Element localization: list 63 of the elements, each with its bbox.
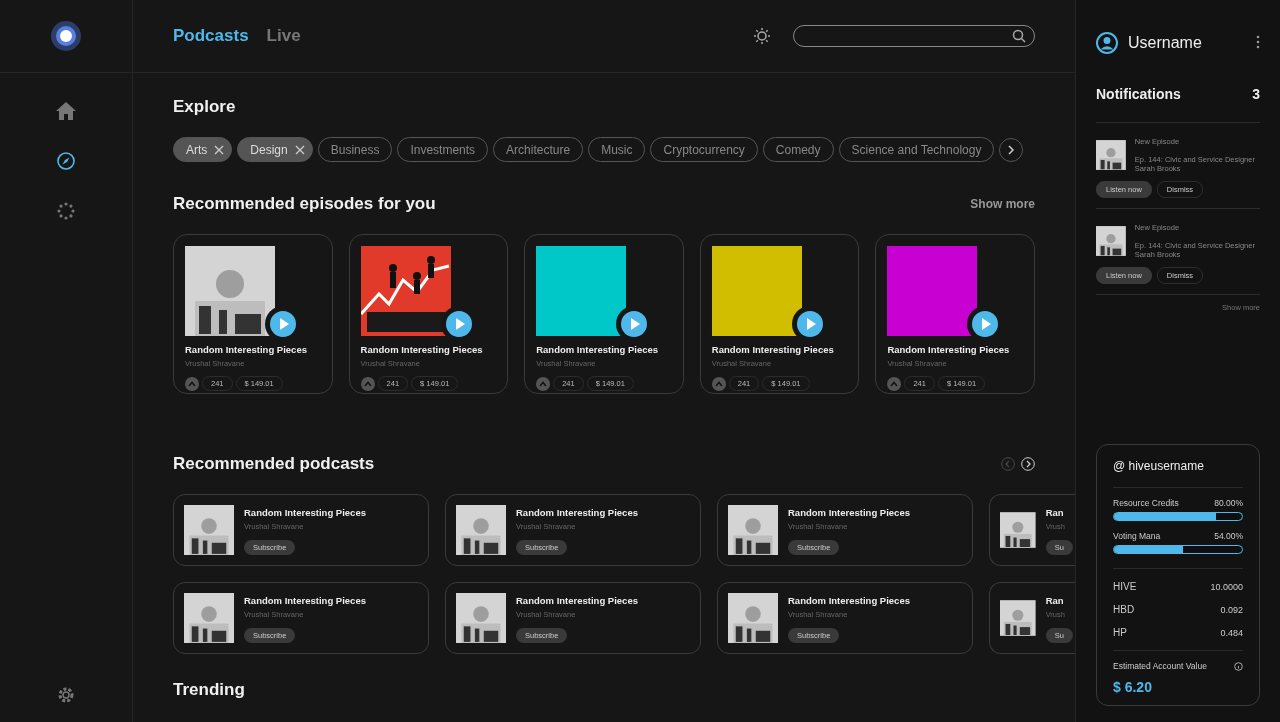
account-value: $ 6.20 bbox=[1113, 679, 1153, 695]
balance-value: 0.092 bbox=[1220, 604, 1243, 615]
section-title: Explore bbox=[173, 97, 237, 117]
home-icon bbox=[56, 102, 76, 120]
chevron-up-icon bbox=[539, 380, 548, 387]
meter-reading: 80.00% bbox=[1214, 498, 1243, 508]
search-icon bbox=[1012, 29, 1026, 43]
podcast-title: Random Interesting Pieces bbox=[244, 595, 366, 606]
balance-name: HBD bbox=[1113, 604, 1135, 615]
sun-icon[interactable] bbox=[753, 27, 771, 45]
upvote-button[interactable] bbox=[360, 376, 375, 391]
episode-title: Random Interesting Pieces bbox=[360, 344, 484, 355]
wallet-handle: @ hiveusername bbox=[1113, 459, 1243, 488]
settings-icon[interactable] bbox=[57, 686, 75, 704]
podcast-title: Ran bbox=[1045, 595, 1065, 606]
upvote-button[interactable] bbox=[711, 376, 726, 391]
estimate-label: Estimated Account Value bbox=[1113, 661, 1207, 671]
podcast-title: Random Interesting Pieces bbox=[516, 595, 638, 606]
chevron-up-icon bbox=[714, 380, 723, 387]
episode-title: Random Interesting Pieces bbox=[887, 344, 1011, 355]
category-chip[interactable]: Design bbox=[237, 137, 313, 162]
meter-label: Voting Mana bbox=[1113, 531, 1161, 541]
logo-icon[interactable] bbox=[51, 21, 81, 51]
upvote-button[interactable] bbox=[536, 376, 551, 391]
podcast-title: Ran bbox=[1045, 507, 1065, 518]
meter-reading: 54.00% bbox=[1214, 531, 1243, 541]
rail-nav-button[interactable] bbox=[54, 99, 78, 123]
sparkle-icon bbox=[57, 202, 75, 220]
username: Username bbox=[1128, 34, 1202, 52]
section-title: Trending bbox=[173, 680, 246, 700]
next-icon[interactable] bbox=[1021, 457, 1035, 471]
balance-value: 10.0000 bbox=[1210, 581, 1243, 592]
podcast-title: Random Interesting Pieces bbox=[244, 507, 366, 518]
episode-title: Random Interesting Pieces bbox=[185, 344, 308, 355]
episode-title: Random Interesting Pieces bbox=[711, 344, 835, 355]
category-chip[interactable]: Arts bbox=[173, 137, 233, 162]
close-icon[interactable] bbox=[294, 144, 305, 155]
rail-nav-button[interactable] bbox=[54, 149, 78, 173]
compass-icon bbox=[57, 152, 75, 170]
chevron-up-icon bbox=[363, 380, 372, 387]
panel-title: Notifications bbox=[1096, 86, 1181, 102]
notification-count: 3 bbox=[1252, 86, 1260, 102]
chevron-up-icon bbox=[890, 380, 899, 387]
episode-title: Random Interesting Pieces bbox=[536, 344, 660, 355]
info-icon[interactable] bbox=[1234, 661, 1243, 671]
chevron-up-icon bbox=[188, 380, 196, 387]
section-title: Recommended podcasts bbox=[173, 454, 375, 474]
show-more-link[interactable]: Show more bbox=[970, 197, 1035, 211]
balance-name: HIVE bbox=[1113, 581, 1137, 592]
user-avatar-icon[interactable] bbox=[1096, 32, 1118, 54]
podcast-title: Random Interesting Pieces bbox=[788, 595, 910, 606]
upvote-button[interactable] bbox=[887, 376, 902, 391]
nav-tab[interactable]: Podcasts bbox=[173, 26, 249, 46]
nav-tab[interactable]: Live bbox=[266, 26, 301, 46]
podcast-title: Random Interesting Pieces bbox=[516, 507, 638, 518]
meter-label: Resource Credits bbox=[1113, 498, 1179, 508]
chevron-right-icon bbox=[1007, 144, 1016, 155]
upvote-button[interactable] bbox=[185, 376, 199, 391]
close-icon[interactable] bbox=[214, 144, 225, 155]
podcast-title: Random Interesting Pieces bbox=[788, 507, 910, 518]
section-title: Recommended episodes for you bbox=[173, 194, 436, 214]
balance-name: HP bbox=[1113, 627, 1127, 638]
balance-value: 0.484 bbox=[1220, 627, 1243, 638]
